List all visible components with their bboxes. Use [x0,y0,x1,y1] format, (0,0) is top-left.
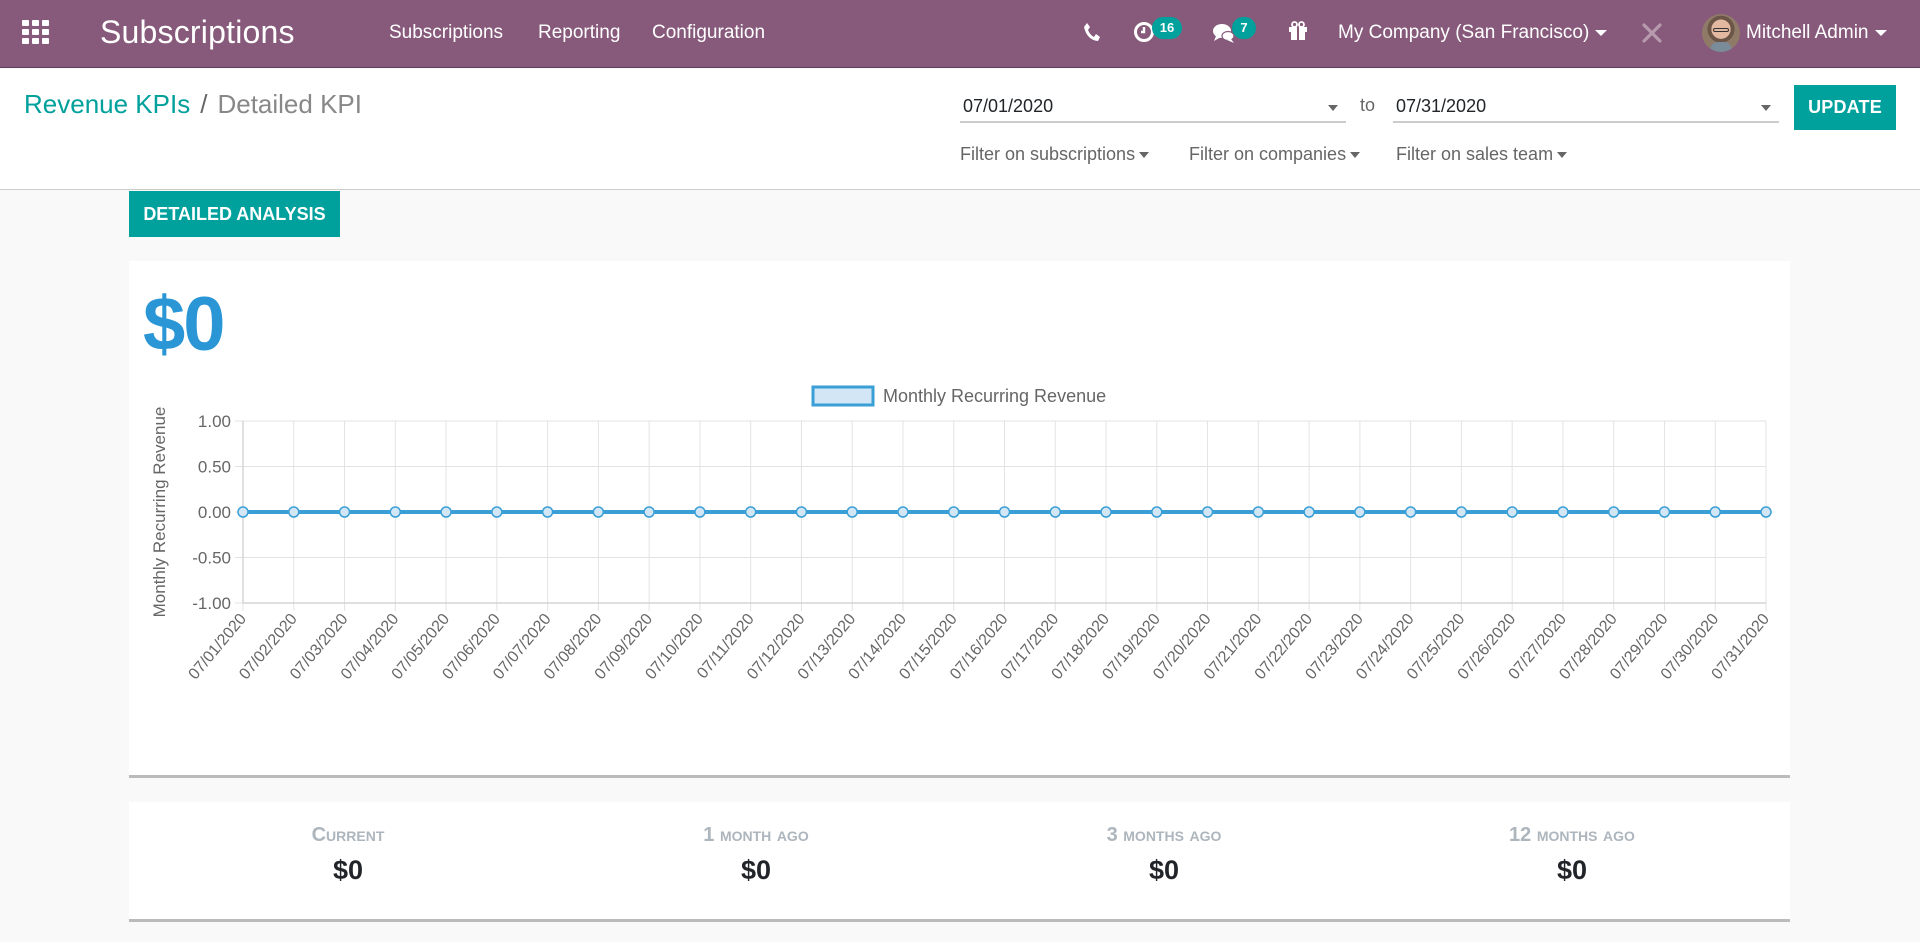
stat-current: Current $0 [198,824,498,886]
menu-reporting[interactable]: Reporting [538,22,620,44]
data-point [947,506,960,518]
date-from-value: 07/01/2020 [963,96,1054,116]
data-point [1252,506,1265,518]
breadcrumb: Revenue KPIs / Detailed KPI [24,89,362,120]
data-point [1709,506,1721,518]
data-point [1404,506,1417,518]
update-button[interactable]: UPDATE [1794,85,1896,130]
kpi-chart-card: $0 1.00 0.50 0.00 -0.50 -1.00 07/01/2020 07/02… [129,261,1790,778]
menu-subscriptions[interactable]: Subscriptions [389,22,503,44]
user-avatar[interactable] [1702,14,1740,52]
data-point [440,506,452,518]
chevron-down-icon [1350,152,1361,159]
data-point [1303,506,1315,518]
stat-12-months-ago: 12 months ago $0 [1422,824,1722,886]
data-point [1201,506,1214,518]
data-point [288,506,300,518]
filter-subscriptions-dropdown[interactable]: Filter on subscriptions [960,144,1150,165]
filter-label: Filter on sales team [1396,144,1554,164]
data-point [491,506,503,518]
dropdown-caret-icon [1761,105,1771,111]
data-point [643,506,655,518]
data-point [1760,506,1772,518]
chevron-down-icon [1874,29,1887,36]
top-navbar: Subscriptions Subscriptions Reporting Co… [0,0,1920,68]
dropdown-caret-icon [1328,105,1338,111]
filter-label: Filter on subscriptions [960,144,1136,164]
mrr-line-chart: 1.000.500.00-0.50-1.0007/01/202007/02/20… [150,385,1773,683]
apps-grid-icon[interactable] [22,20,50,46]
data-point [897,506,909,518]
y-axis-title: Monthly Recurring Revenue [150,407,169,618]
data-point [592,506,605,518]
breadcrumb-separator: / [200,89,208,119]
stat-label: 1 month ago [703,824,809,846]
data-point [1100,506,1112,518]
menu-configuration[interactable]: Configuration [652,22,765,44]
data-point [338,506,351,518]
stat-value: $0 [332,855,364,885]
chevron-down-icon [1139,152,1150,159]
data-point [795,506,808,518]
user-name: Mitchell Admin [1746,22,1869,43]
chevron-down-icon [1557,152,1568,159]
date-to-value: 07/31/2020 [1396,96,1487,116]
user-menu[interactable]: Mitchell Admin [1746,22,1887,44]
data-point [1557,506,1569,518]
legend-label: Monthly Recurring Revenue [883,386,1106,406]
data-point [1455,506,1468,518]
phone-icon[interactable] [1083,22,1101,47]
data-point [1354,506,1366,518]
breadcrumb-revenue-kpis[interactable]: Revenue KPIs [24,89,190,119]
filter-label: Filter on companies [1189,144,1347,164]
debug-tools-icon[interactable] [1641,22,1665,46]
data-point [1049,506,1062,518]
stat-label: 3 months ago [1106,824,1222,846]
control-panel: Revenue KPIs / Detailed KPI 07/01/2020 to … [0,69,1920,190]
data-point [998,506,1011,518]
data-point [389,506,402,518]
data-point [1151,506,1163,518]
stat-value: $0 [1556,855,1588,885]
data-point [1506,506,1518,518]
data-point [1658,506,1671,518]
date-range-to-label: to [1360,95,1376,115]
stat-value: $0 [1148,855,1180,885]
company-switcher[interactable]: My Company (San Francisco) [1338,22,1608,44]
filter-companies-dropdown[interactable]: Filter on companies [1189,144,1361,165]
data-point [846,506,858,518]
app-title: Subscriptions [100,14,295,50]
filter-sales-team-dropdown[interactable]: Filter on sales team [1396,144,1568,165]
gift-icon[interactable] [1288,21,1308,46]
y-tick-label: 0.50 [198,458,231,477]
company-name: My Company (San Francisco) [1338,22,1590,43]
chevron-down-icon [1595,29,1608,36]
kpi-stats-card: Current $0 1 month ago $0 3 months ago $… [129,802,1790,922]
y-tick-label: -1.00 [192,594,231,613]
detailed-analysis-button[interactable]: DETAILED ANALYSIS [129,191,340,237]
data-point [744,506,757,518]
stat-1-month-ago: 1 month ago $0 [606,824,906,886]
data-point [1607,506,1620,518]
stat-label: 12 months ago [1509,824,1635,846]
legend-swatch [811,385,875,407]
y-tick-label: 0.00 [198,503,231,522]
y-tick-label: -0.50 [192,549,231,568]
y-tick-label: 1.00 [198,412,231,431]
activity-count-badge: 16 [1152,17,1182,39]
breadcrumb-current: Detailed KPI [217,89,362,119]
data-point [237,506,249,518]
stat-label: Current [311,824,385,846]
date-to-field[interactable]: 07/31/2020 [1393,93,1779,123]
stat-value: $0 [740,855,772,885]
data-point [541,506,554,518]
date-from-field[interactable]: 07/01/2020 [960,93,1346,123]
data-point [694,506,706,518]
stat-3-months-ago: 3 months ago $0 [1014,824,1314,886]
message-count-badge: 7 [1232,17,1256,39]
